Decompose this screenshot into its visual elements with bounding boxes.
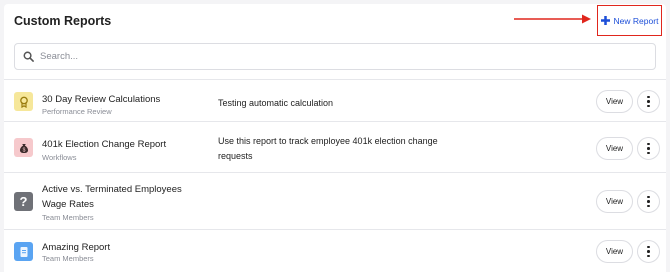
more-options-button[interactable]: [637, 90, 660, 113]
svg-text:$: $: [22, 147, 25, 153]
list-item[interactable]: ? Active vs. Terminated Employees Wage R…: [4, 172, 666, 229]
money-bag-icon: $: [14, 138, 33, 157]
more-options-button[interactable]: [637, 137, 660, 160]
new-report-label: New Report: [613, 15, 659, 26]
search-input[interactable]: [40, 51, 640, 62]
more-options-button[interactable]: [637, 190, 660, 213]
report-name: Active vs. Terminated Employees Wage Rat…: [42, 184, 182, 210]
page-title: Custom Reports: [14, 14, 112, 28]
more-options-button[interactable]: [637, 240, 660, 263]
report-category: Team Members: [42, 213, 94, 222]
list-item[interactable]: 30 Day Review Calculations Performance R…: [4, 79, 666, 121]
panel-header: Custom Reports New Report: [4, 4, 666, 36]
question-icon: ?: [14, 192, 33, 211]
vertical-dots-icon: [647, 142, 650, 155]
red-arrow-annotation-icon: [514, 14, 591, 24]
report-description: Testing automatic calculation: [218, 98, 334, 108]
document-icon: [14, 242, 33, 261]
report-category: Workflows: [42, 153, 77, 162]
new-report-button[interactable]: New Report: [597, 5, 662, 36]
view-button[interactable]: View: [596, 190, 633, 213]
search-bar: [14, 43, 656, 70]
vertical-dots-icon: [647, 95, 650, 108]
vertical-dots-icon: [647, 245, 650, 258]
plus-icon: [600, 16, 610, 25]
custom-reports-panel: Custom Reports New Report Search... 30 D…: [4, 4, 666, 272]
search-icon: [23, 51, 34, 62]
report-name: Amazing Report: [42, 242, 111, 253]
list-item[interactable]: $ 401k Election Change Report Workflows …: [4, 121, 666, 172]
vertical-dots-icon: [647, 195, 650, 208]
view-button[interactable]: View: [596, 90, 633, 113]
report-category: Team Members: [42, 254, 94, 263]
report-name: 30 Day Review Calculations: [42, 94, 161, 105]
list-item[interactable]: Amazing Report Team Members View: [4, 229, 666, 272]
award-icon: [14, 92, 33, 111]
report-description: Use this report to track employee 401k e…: [218, 136, 438, 161]
report-category: Performance Review: [42, 107, 112, 116]
view-button[interactable]: View: [596, 137, 633, 160]
report-name: 401k Election Change Report: [42, 139, 167, 150]
view-button[interactable]: View: [596, 240, 633, 263]
